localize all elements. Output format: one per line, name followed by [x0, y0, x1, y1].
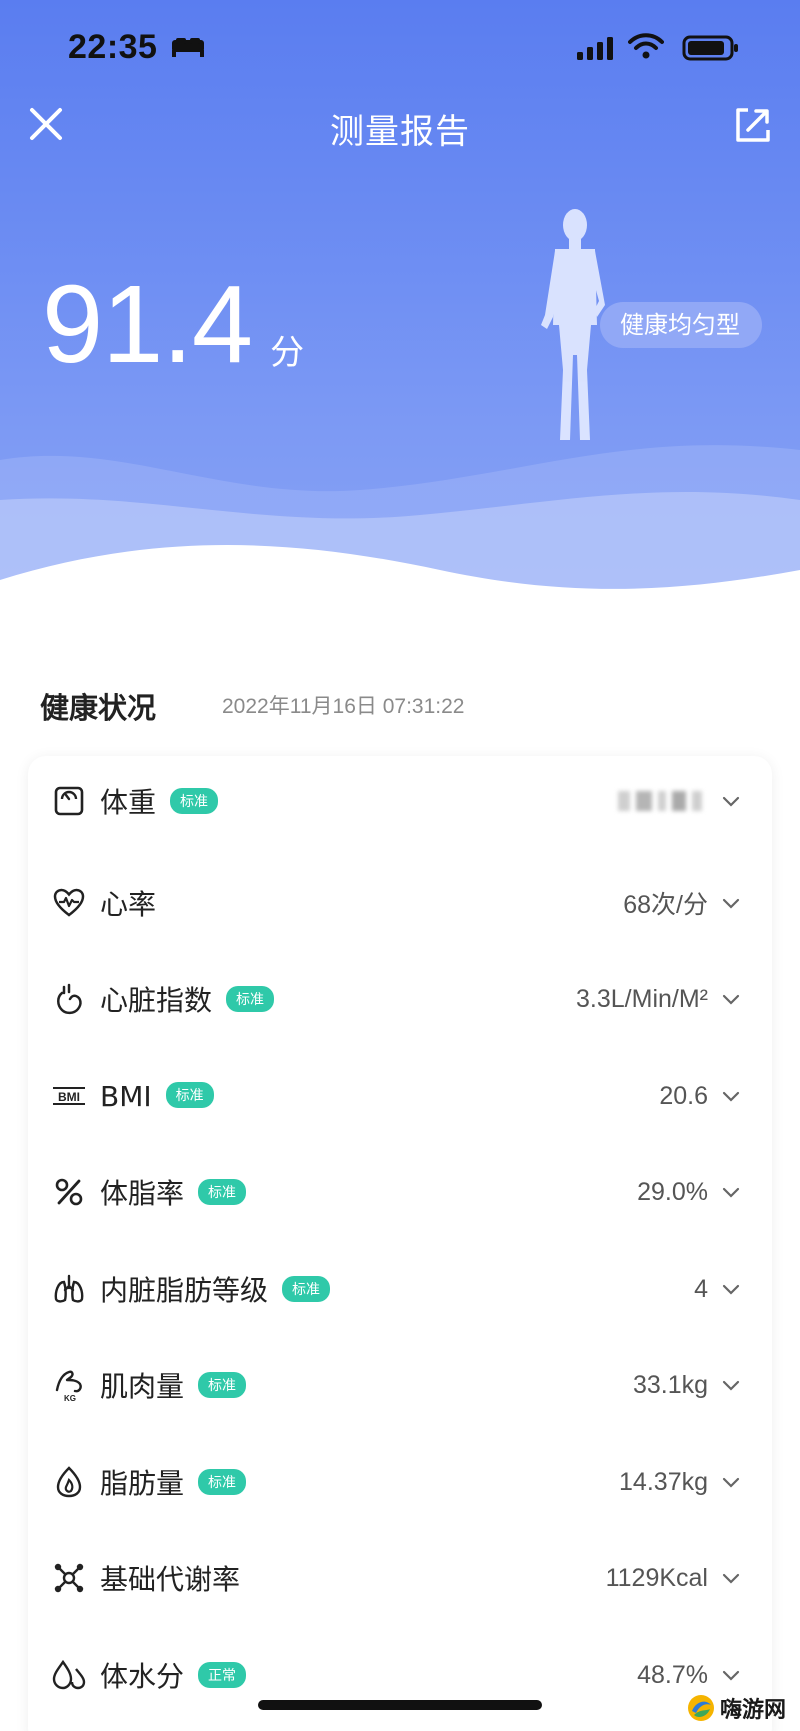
muscle-icon: KG [52, 1368, 86, 1402]
home-indicator[interactable] [258, 1700, 542, 1710]
battery-icon [682, 35, 738, 61]
metric-row-weight[interactable]: 体重 标准 [28, 766, 772, 836]
metric-row-heart-rate[interactable]: 心率 68次/分 [28, 868, 772, 938]
metric-row-bmi[interactable]: BMI BMI 标准 20.6 [28, 1061, 772, 1131]
metric-label: 体水分 [100, 1660, 185, 1693]
chevron-down-icon [722, 1477, 740, 1488]
page-title: 测量报告 [330, 112, 470, 152]
metric-value: 20.6 [659, 1081, 708, 1110]
watermark-logo-icon [688, 1695, 714, 1721]
status-badge: 标准 [170, 788, 219, 814]
metric-label-container: 脂肪量 标准 [100, 1462, 247, 1502]
metric-label: 肌肉量 [100, 1370, 185, 1403]
status-badge: 标准 [165, 1081, 214, 1108]
metric-label-container: 心脏指数 标准 [100, 979, 275, 1019]
metric-value: 3.3L/Min/M² [576, 984, 708, 1013]
svg-text:BMI: BMI [58, 1090, 80, 1104]
metric-value: 33.1kg [632, 1370, 708, 1399]
wave-decoration [0, 445, 800, 620]
chevron-down-icon [722, 1284, 740, 1295]
watermark: 嗨游网 [686, 1688, 786, 1728]
chevron-down-icon [722, 1187, 740, 1198]
measurement-date: 2022年11月16日 07:31:22 [222, 695, 465, 718]
metric-label-container: 心率 [100, 883, 156, 923]
metric-label: 体脂率 [100, 1177, 185, 1210]
metric-label-container: 内脏脂肪等级 标准 [100, 1269, 331, 1309]
chevron-down-icon [722, 796, 740, 807]
share-icon[interactable] [732, 104, 774, 146]
metric-label: 心率 [100, 888, 157, 921]
chevron-down-icon [722, 994, 740, 1005]
metric-label: 脂肪量 [100, 1467, 185, 1500]
signal-icon [577, 37, 613, 60]
metric-value: 29.0% [637, 1177, 708, 1206]
status-badge: 正常 [198, 1662, 247, 1688]
metric-row-visceral-fat[interactable]: 内脏脂肪等级 标准 4 [28, 1254, 772, 1324]
bed-icon [172, 38, 204, 57]
water-drops-icon [52, 1658, 86, 1692]
metric-row-muscle[interactable]: KG 肌肉量 标准 33.1kg [28, 1350, 772, 1420]
molecule-icon [52, 1561, 86, 1595]
metric-value: 48.7% [637, 1660, 708, 1689]
metric-value: 4 [694, 1274, 708, 1303]
chevron-down-icon [722, 1670, 740, 1681]
status-badge: 标准 [226, 986, 275, 1012]
health-status-title: 健康状况 [40, 691, 157, 725]
report-hero: 22:35 测量报告 91.4 分 健康均匀型 [0, 0, 800, 620]
metric-label: 心脏指数 [100, 984, 213, 1017]
metric-row-fat-mass[interactable]: 脂肪量 标准 14.37kg [28, 1447, 772, 1517]
lungs-icon [52, 1272, 86, 1306]
heart-rate-icon [52, 886, 86, 920]
metric-label-container: 肌肉量 标准 [100, 1365, 247, 1405]
metric-label: 内脏脂肪等级 [100, 1274, 269, 1307]
status-badge: 标准 [198, 1372, 247, 1398]
metric-label-container: 体重 标准 [100, 781, 219, 821]
watermark-text: 嗨游网 [720, 1698, 787, 1723]
metric-label-container: 体水分 正常 [100, 1655, 247, 1695]
bmi-icon: BMI [52, 1079, 86, 1113]
metric-value: 68次/分 [623, 891, 708, 919]
metric-row-heart-index[interactable]: 心脏指数 标准 3.3L/Min/M² [28, 964, 772, 1034]
heart-icon [52, 982, 86, 1016]
chevron-down-icon [722, 898, 740, 909]
score-display: 91.4 分 [42, 270, 304, 380]
flame-icon [52, 1465, 86, 1499]
metric-label-container: 体脂率 标准 [100, 1172, 247, 1212]
status-bar: 22:35 [0, 0, 800, 100]
body-type-tag: 健康均匀型 [600, 302, 762, 348]
status-badge: 标准 [198, 1179, 247, 1205]
metric-label: 基础代谢率 [100, 1563, 241, 1596]
weight-value-hidden [618, 791, 702, 811]
svg-text:KG: KG [64, 1394, 76, 1402]
status-time: 22:35 [68, 28, 158, 66]
metric-value: 14.37kg [619, 1467, 708, 1496]
scale-icon [52, 784, 86, 818]
metric-value: 1129Kcal [605, 1563, 708, 1592]
metric-row-bmr[interactable]: 基础代谢率 1129Kcal [28, 1543, 772, 1613]
metric-label: 体重 [100, 786, 157, 819]
metric-row-body-fat[interactable]: 体脂率 标准 29.0% [28, 1157, 772, 1227]
chevron-down-icon [722, 1573, 740, 1584]
metric-label: BMI [100, 1079, 152, 1113]
status-badge: 标准 [282, 1276, 331, 1302]
score-value: 91.4 [42, 263, 253, 386]
chevron-down-icon [722, 1091, 740, 1102]
wifi-icon [628, 33, 664, 59]
score-unit: 分 [270, 333, 305, 373]
metric-label-container: 基础代谢率 [100, 1558, 240, 1598]
percent-icon [52, 1175, 86, 1209]
status-badge: 标准 [198, 1469, 247, 1495]
metric-label-container: BMI 标准 [100, 1080, 214, 1113]
chevron-down-icon [722, 1380, 740, 1391]
